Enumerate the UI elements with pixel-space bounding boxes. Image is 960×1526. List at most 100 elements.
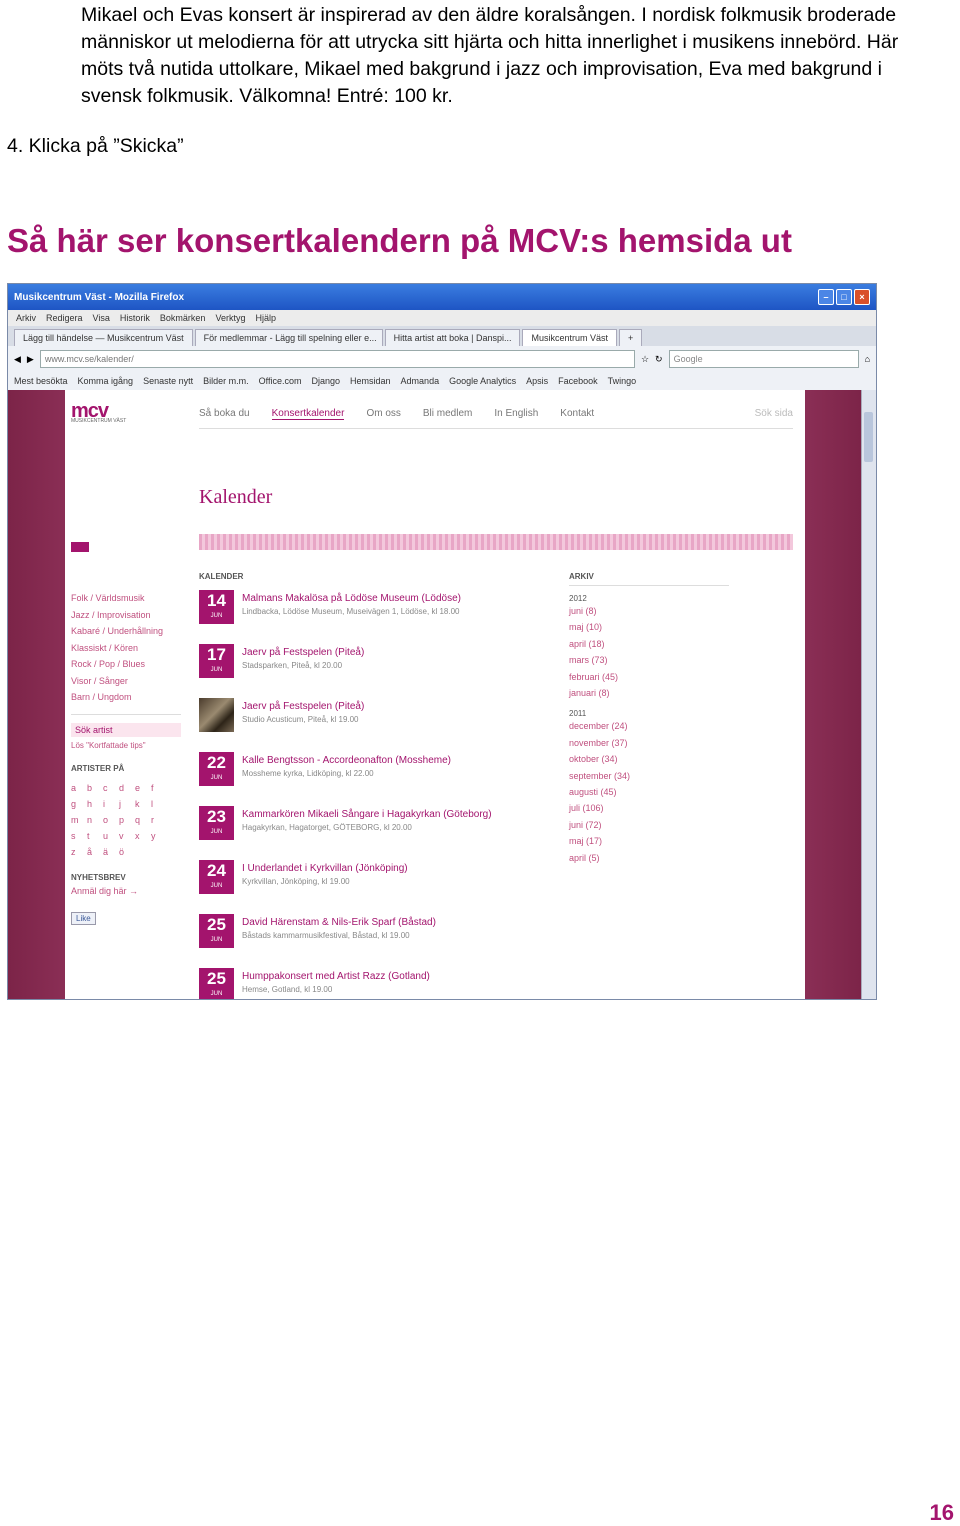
search-artist-button[interactable]: Sök artist xyxy=(71,722,181,737)
maximize-icon[interactable]: □ xyxy=(836,289,852,305)
letter-link[interactable]: q xyxy=(135,813,151,827)
nav-item[interactable]: Kontakt xyxy=(560,408,594,420)
menu-item[interactable]: Bokmärken xyxy=(160,313,206,323)
browser-tab[interactable]: För medlemmar - Lägg till spelning eller… xyxy=(194,329,383,346)
menu-item[interactable]: Visa xyxy=(93,313,110,323)
bookmark-item[interactable]: Google Analytics xyxy=(449,376,516,386)
category-link[interactable]: Visor / Sånger xyxy=(71,673,181,690)
menu-item[interactable]: Verktyg xyxy=(215,313,245,323)
letter-link[interactable]: v xyxy=(119,829,135,843)
archive-month-link[interactable]: juni (72) xyxy=(569,817,729,833)
archive-month-link[interactable]: april (18) xyxy=(569,636,729,652)
nav-item[interactable]: Bli medlem xyxy=(423,408,472,420)
letter-link[interactable]: a xyxy=(71,781,87,795)
category-link[interactable]: Rock / Pop / Blues xyxy=(71,656,181,673)
category-link[interactable]: Klassiskt / Kören xyxy=(71,640,181,657)
event-title[interactable]: Jaerv på Festspelen (Piteå) xyxy=(242,646,364,660)
event-item[interactable]: Jaerv på Festspelen (Piteå) Studio Acusti… xyxy=(199,698,549,752)
letter-link[interactable]: k xyxy=(135,797,151,811)
letter-link[interactable]: å xyxy=(87,845,103,859)
event-title[interactable]: Malmans Makalösa på Lödöse Museum (Lödös… xyxy=(242,592,461,606)
archive-month-link[interactable]: december (24) xyxy=(569,718,729,734)
new-tab-icon[interactable]: + xyxy=(619,329,643,346)
letter-link[interactable]: c xyxy=(103,781,119,795)
event-item[interactable]: 25 JUN Humppakonsert med Artist Razz (Got… xyxy=(199,968,549,999)
browser-tab-active[interactable]: Musikcentrum Väst xyxy=(522,329,617,346)
archive-month-link[interactable]: mars (73) xyxy=(569,652,729,668)
letter-link[interactable]: b xyxy=(87,781,103,795)
nav-item[interactable]: In English xyxy=(494,408,538,420)
category-link[interactable]: Kabaré / Underhållning xyxy=(71,623,181,640)
bookmark-item[interactable]: Admanda xyxy=(401,376,440,386)
event-item[interactable]: 23 JUN Kammarkören Mikaeli Sångare i Haga… xyxy=(199,806,549,860)
letter-link[interactable]: h xyxy=(87,797,103,811)
search-artist-hint[interactable]: Lös "Kortfattade tips" xyxy=(71,741,181,750)
home-icon[interactable]: ⌂ xyxy=(865,354,870,364)
archive-month-link[interactable]: maj (17) xyxy=(569,833,729,849)
bookmark-item[interactable]: Office.com xyxy=(259,376,302,386)
letter-link[interactable]: f xyxy=(151,781,167,795)
menu-item[interactable]: Arkiv xyxy=(16,313,36,323)
minimize-icon[interactable]: – xyxy=(818,289,834,305)
category-link[interactable]: Folk / Världsmusik xyxy=(71,590,181,607)
browser-tab[interactable]: Hitta artist att boka | Danspi... xyxy=(384,329,521,346)
newsletter-signup-link[interactable]: Anmäl dig här → xyxy=(71,886,181,896)
letter-link[interactable]: d xyxy=(119,781,135,795)
event-item[interactable]: 25 JUN David Härenstam & Nils-Erik Sparf … xyxy=(199,914,549,968)
nav-item-current[interactable]: Konsertkalender xyxy=(271,408,345,420)
archive-month-link[interactable]: augusti (45) xyxy=(569,784,729,800)
event-title[interactable]: David Härenstam & Nils-Erik Sparf (Båsta… xyxy=(242,916,436,930)
menu-item[interactable]: Historik xyxy=(120,313,150,323)
event-title[interactable]: Humppakonsert med Artist Razz (Gotland) xyxy=(242,970,430,984)
letter-link[interactable]: p xyxy=(119,813,135,827)
event-title[interactable]: Kammarkören Mikaeli Sångare i Hagakyrkan… xyxy=(242,808,492,822)
bookmark-item[interactable]: Twingo xyxy=(608,376,637,386)
event-title[interactable]: Jaerv på Festspelen (Piteå) xyxy=(242,700,364,714)
archive-month-link[interactable]: november (37) xyxy=(569,735,729,751)
facebook-like-button[interactable]: Like xyxy=(71,911,96,925)
bookmark-item[interactable]: Senaste nytt xyxy=(143,376,193,386)
letter-link[interactable]: y xyxy=(151,829,167,843)
letter-link[interactable]: e xyxy=(135,781,151,795)
bookmark-item[interactable]: Apsis xyxy=(526,376,548,386)
archive-month-link[interactable]: april (5) xyxy=(569,850,729,866)
letter-link[interactable]: r xyxy=(151,813,167,827)
back-icon[interactable]: ◀ xyxy=(14,354,21,365)
letter-link[interactable]: t xyxy=(87,829,103,843)
close-icon[interactable]: × xyxy=(854,289,870,305)
category-link[interactable]: Jazz / Improvisation xyxy=(71,607,181,624)
category-link[interactable]: Barn / Ungdom xyxy=(71,689,181,706)
event-item[interactable]: 17 JUN Jaerv på Festspelen (Piteå) Stadspa… xyxy=(199,644,549,698)
letter-link[interactable]: x xyxy=(135,829,151,843)
letter-link[interactable]: ä xyxy=(103,845,119,859)
forward-icon[interactable]: ▶ xyxy=(27,354,34,365)
letter-link[interactable]: n xyxy=(87,813,103,827)
search-field[interactable]: Google xyxy=(668,350,859,368)
menu-item[interactable]: Hjälp xyxy=(255,313,276,323)
letter-link[interactable]: m xyxy=(71,813,87,827)
scrollbar-thumb[interactable] xyxy=(864,412,873,462)
archive-month-link[interactable]: september (34) xyxy=(569,768,729,784)
vertical-scrollbar[interactable] xyxy=(861,390,876,999)
archive-month-link[interactable]: januari (8) xyxy=(569,685,729,701)
letter-link[interactable]: u xyxy=(103,829,119,843)
menu-item[interactable]: Redigera xyxy=(46,313,83,323)
event-item[interactable]: 24 JUN I Underlandet i Kyrkvillan (Jönköp… xyxy=(199,860,549,914)
archive-month-link[interactable]: juli (106) xyxy=(569,800,729,816)
bookmark-item[interactable]: Bilder m.m. xyxy=(203,376,249,386)
letter-link[interactable]: j xyxy=(119,797,135,811)
bookmark-star-icon[interactable]: ☆ xyxy=(641,354,649,365)
url-field[interactable]: www.mcv.se/kalender/ xyxy=(39,350,635,368)
letter-link[interactable]: z xyxy=(71,845,87,859)
archive-month-link[interactable]: februari (45) xyxy=(569,669,729,685)
nav-item[interactable]: Så boka du xyxy=(199,408,250,420)
letter-link[interactable]: i xyxy=(103,797,119,811)
event-item[interactable]: 14 JUN Malmans Makalösa på Lödöse Museum … xyxy=(199,590,549,644)
archive-month-link[interactable]: juni (8) xyxy=(569,603,729,619)
browser-tab[interactable]: Lägg till händelse — Musikcentrum Väst xyxy=(14,329,193,346)
event-title[interactable]: I Underlandet i Kyrkvillan (Jönköping) xyxy=(242,862,408,876)
letter-link[interactable]: l xyxy=(151,797,167,811)
letter-link[interactable]: g xyxy=(71,797,87,811)
reload-icon[interactable]: ↻ xyxy=(655,354,663,365)
archive-month-link[interactable]: oktober (34) xyxy=(569,751,729,767)
